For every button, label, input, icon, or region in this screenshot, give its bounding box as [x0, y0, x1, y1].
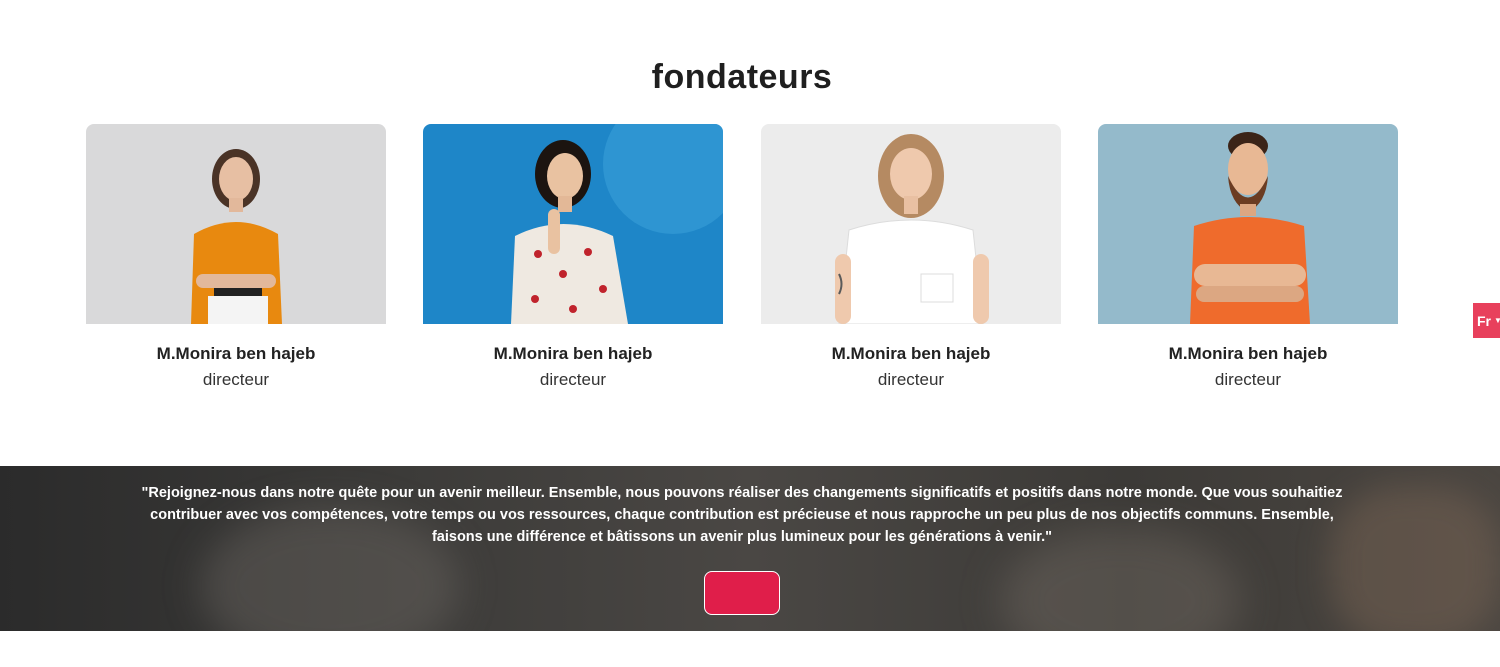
cta-button[interactable]: [704, 571, 780, 615]
founder-role: directeur: [877, 370, 945, 389]
person-photo: [761, 124, 1061, 324]
person-photo: [1098, 124, 1398, 324]
founder-name: M.Monira ben hajeb: [156, 344, 316, 363]
founder-name: M.Monira ben hajeb: [831, 344, 991, 363]
cta-banner: "Rejoignez-nous dans notre quête pour un…: [0, 466, 1500, 631]
founder-role: directeur: [1214, 370, 1282, 389]
founder-card[interactable]: M.Monira ben hajeb directeur: [1098, 124, 1398, 390]
language-switcher[interactable]: Fr ▼: [1473, 303, 1500, 338]
founder-card[interactable]: M.Monira ben hajeb directeur: [423, 124, 723, 390]
founder-name: M.Monira ben hajeb: [493, 344, 653, 363]
founder-card[interactable]: M.Monira ben hajeb directeur: [86, 124, 386, 390]
chevron-down-icon: ▼: [1494, 316, 1500, 325]
cta-quote: "Rejoignez-nous dans notre quête pour un…: [141, 485, 1343, 545]
language-current: Fr: [1477, 312, 1491, 329]
founder-role: directeur: [539, 370, 607, 389]
founder-role: directeur: [202, 370, 270, 389]
founder-photo: [1098, 124, 1398, 324]
founder-photo: [423, 124, 723, 324]
person-photo: [86, 124, 386, 324]
page: fondateurs M.Monira ben hajeb directeur: [0, 0, 1500, 667]
founders-grid: M.Monira ben hajeb directeur M.Monira be…: [0, 124, 1500, 404]
founder-card[interactable]: M.Monira ben hajeb directeur: [761, 124, 1061, 390]
background-decoration: [1330, 486, 1500, 631]
founder-photo: [761, 124, 1061, 324]
section-title: fondateurs: [651, 58, 833, 96]
founder-photo: [86, 124, 386, 324]
person-photo: [423, 124, 723, 324]
founder-name: M.Monira ben hajeb: [1168, 344, 1328, 363]
